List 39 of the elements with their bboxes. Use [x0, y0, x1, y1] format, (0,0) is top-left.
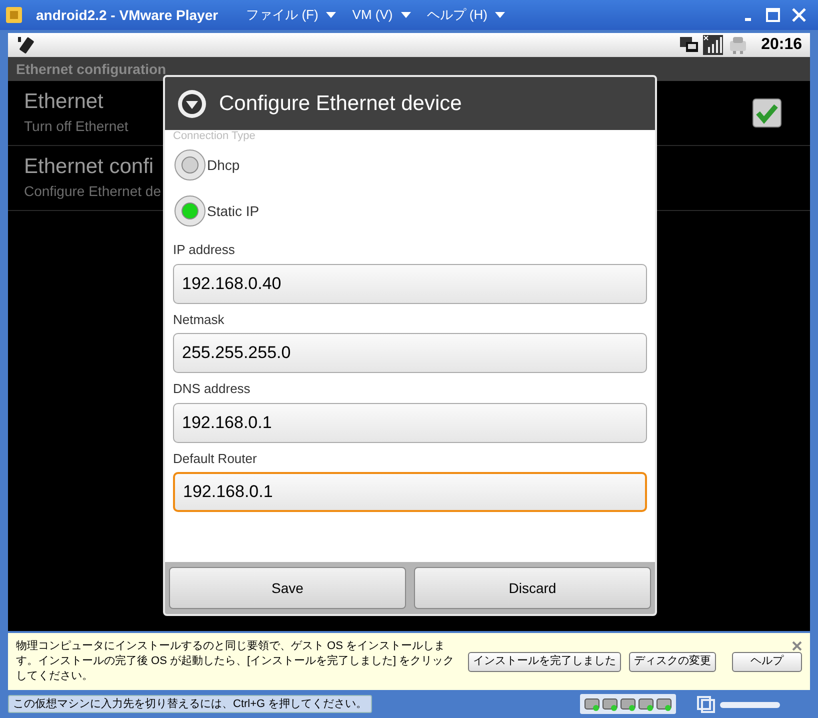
clock-text: 20:16: [761, 35, 802, 55]
dialog-button[interactable]: Discard: [414, 567, 651, 609]
status-text: この仮想マシンに入力先を切り替えるには、Ctrl+G を押してください。: [8, 694, 372, 714]
dialog-button[interactable]: Save: [169, 567, 406, 609]
caret-icon: [400, 12, 411, 18]
menu-item[interactable]: ファイル (F): [246, 5, 336, 25]
app-icon: [4, 5, 24, 25]
menu-item[interactable]: VM (V): [352, 5, 411, 25]
caret-icon: [326, 12, 336, 18]
setting-summary: Configure Ethernet de: [24, 182, 161, 201]
caret-icon: [495, 12, 506, 18]
window-title: android2.2 - VMware Player: [36, 6, 218, 25]
signal-icon: [703, 35, 724, 55]
section-label: Connection Type: [173, 131, 256, 142]
field-label: Default Router: [173, 450, 258, 468]
field-label: IP address: [173, 241, 236, 259]
field-label: DNS address: [173, 380, 252, 398]
info-button[interactable]: ヘルプ: [732, 652, 802, 672]
info-button[interactable]: インストールを完了しました: [468, 652, 622, 672]
setting-summary: Turn off Ethernet: [24, 116, 128, 136]
maximize-icon[interactable]: [766, 8, 780, 22]
checkbox[interactable]: [752, 98, 782, 128]
radio-option[interactable]: Static IP: [173, 188, 647, 234]
radio-option[interactable]: Dhcp: [173, 142, 647, 188]
dropdown-icon: [177, 88, 207, 118]
field-label: Netmask: [173, 310, 226, 328]
setting-title: Ethernet: [24, 89, 104, 116]
menu-item[interactable]: ヘルプ (H): [426, 5, 506, 25]
screen-title: Ethernet configuration: [16, 60, 166, 79]
phone-icon: [16, 35, 36, 55]
input-field[interactable]: 192.168.0.40: [173, 264, 647, 304]
dialog-title: Configure Ethernet device: [219, 90, 462, 117]
setting-title: Ethernet confi: [24, 154, 155, 180]
input-field[interactable]: 255.255.255.0: [173, 333, 647, 373]
info-button[interactable]: ディスクの変更: [629, 652, 716, 672]
input-field[interactable]: 192.168.0.1: [173, 402, 647, 442]
close-icon[interactable]: [792, 641, 802, 651]
info-message: 物理コンピュータにインストールするのと同じ要領で、ゲスト OS をインストールします。インストールの完了後 OS が起動したら、[インストールを完了しました] をクリックしてください。: [16, 639, 456, 684]
input-field[interactable]: 192.168.0.1: [173, 472, 647, 512]
